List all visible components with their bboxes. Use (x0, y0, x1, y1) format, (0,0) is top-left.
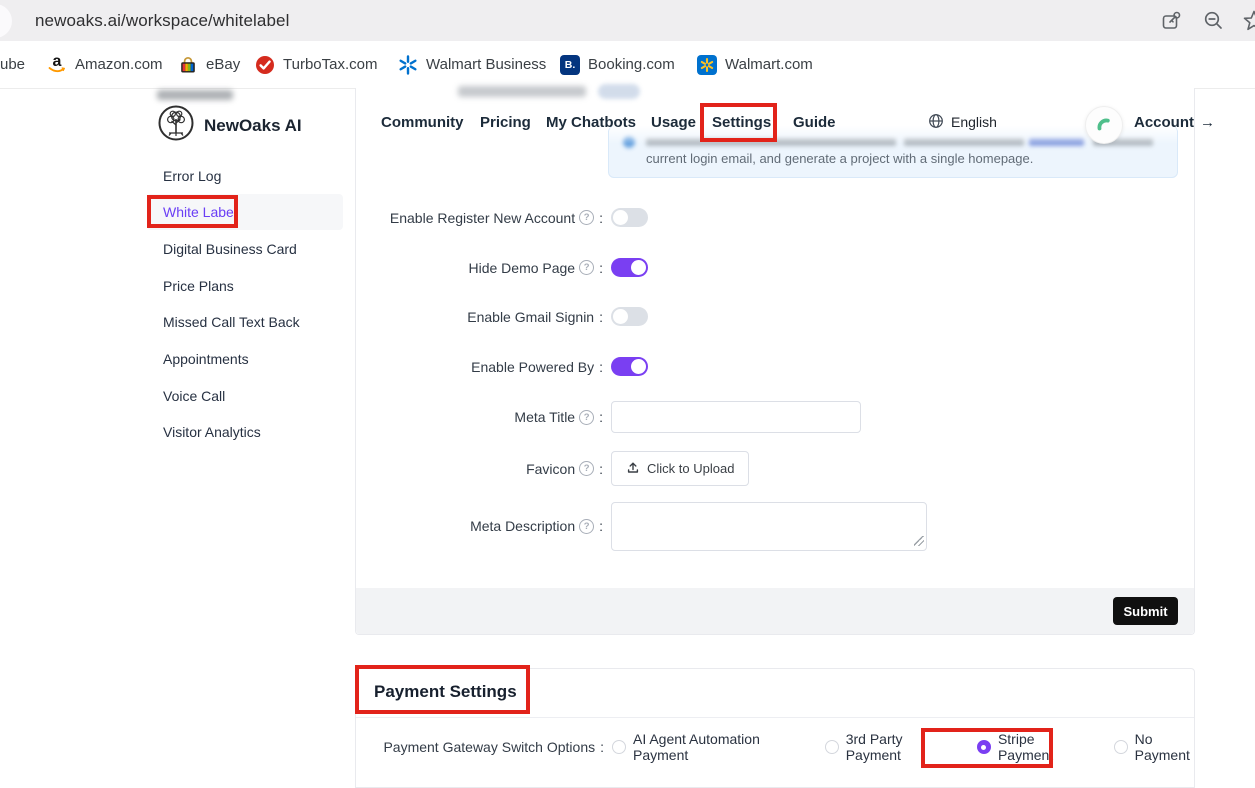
banner-text: current login email, and generate a proj… (646, 151, 1033, 166)
blurred-sidebar-item (157, 90, 233, 100)
field-label: Enable Register New Account ? : (355, 210, 603, 226)
toggle-hide-demo-page[interactable] (611, 258, 648, 277)
row-hide-demo-page: Hide Demo Page ? : (355, 258, 1195, 277)
bookmark-walmart-business[interactable]: Walmart Business (398, 41, 546, 88)
payment-settings-title: Payment Settings (374, 682, 517, 702)
row-favicon: Favicon ? : Click to Upload (355, 451, 1195, 486)
help-icon[interactable]: ? (579, 519, 594, 534)
turbotax-check-icon (255, 55, 275, 75)
nav-my-chatbots[interactable]: My Chatbots (546, 103, 636, 141)
radio-icon[interactable] (825, 740, 839, 754)
row-powered-by: Enable Powered By : (355, 357, 1195, 376)
blurred-scrolled-toggle (598, 84, 640, 99)
zoom-out-icon[interactable] (1202, 9, 1226, 33)
phone-icon (1094, 115, 1114, 135)
resize-handle-icon[interactable] (914, 536, 924, 546)
payment-settings-card: Payment Settings Payment Gateway Switch … (355, 668, 1195, 788)
row-meta-description: Meta Description ? : (355, 502, 1195, 551)
password-key-icon[interactable] (1160, 9, 1184, 33)
walmart-com-icon (697, 55, 717, 75)
row-meta-title: Meta Title ? : (355, 401, 1195, 433)
sidebar-item-missed-call-text-back[interactable]: Missed Call Text Back (147, 304, 343, 340)
field-label: Payment Gateway Switch Options : (356, 739, 604, 755)
divider (356, 717, 1194, 718)
account-avatar[interactable] (1085, 106, 1123, 144)
field-label: Meta Description ? : (355, 518, 603, 534)
language-label: English (951, 114, 997, 130)
booking-icon: B. (560, 55, 580, 75)
field-label: Favicon ? : (355, 461, 603, 477)
nav-usage[interactable]: Usage (651, 103, 696, 141)
bookmark-amazon[interactable]: a Amazon.com (47, 41, 163, 88)
meta-description-textarea[interactable] (611, 502, 927, 551)
nav-pricing[interactable]: Pricing (480, 103, 531, 141)
url-field[interactable]: newoaks.ai/workspace/whitelabel (35, 0, 655, 41)
sidebar-item-digital-business-card[interactable]: Digital Business Card (147, 231, 343, 267)
meta-title-input[interactable] (611, 401, 861, 433)
sidebar-item-price-plans[interactable]: Price Plans (147, 268, 343, 304)
ebay-icon (178, 55, 198, 75)
row-payment-gateway: Payment Gateway Switch Options : AI Agen… (356, 731, 1194, 763)
payment-gateway-radio-group: AI Agent Automation Payment 3rd Party Pa… (612, 731, 1194, 763)
bookmark-booking[interactable]: B. Booking.com (560, 41, 675, 88)
submit-button[interactable]: Submit (1113, 597, 1178, 625)
radio-stripe-payment[interactable]: Stripe Payment (977, 731, 1073, 763)
language-selector[interactable]: English (928, 103, 997, 141)
nav-community[interactable]: Community (381, 103, 464, 141)
brand[interactable]: NewOaks AI (157, 104, 302, 147)
field-label: Meta Title ? : (355, 409, 603, 425)
sidebar-item-visitor-analytics[interactable]: Visitor Analytics (147, 414, 343, 450)
bookmark-label: Walmart Business (426, 56, 546, 73)
bookmark-turbotax[interactable]: TurboTax.com (255, 41, 377, 88)
favorite-star-icon[interactable] (1242, 9, 1255, 33)
bookmark-ebay[interactable]: eBay (178, 41, 240, 88)
bookmark-label: eBay (206, 56, 240, 73)
bookmark-label: TurboTax.com (283, 56, 377, 73)
upload-icon (626, 460, 640, 477)
radio-ai-agent-automation-payment[interactable]: AI Agent Automation Payment (612, 731, 782, 763)
field-label: Hide Demo Page ? : (355, 260, 603, 276)
help-icon[interactable]: ? (579, 461, 594, 476)
bookmark-label: Amazon.com (75, 56, 163, 73)
globe-icon (928, 113, 944, 132)
sidebar-item-appointments[interactable]: Appointments (147, 341, 343, 377)
row-gmail-signin: Enable Gmail Signin : (355, 307, 1195, 326)
field-label: Enable Powered By : (355, 359, 603, 375)
toggle-gmail-signin[interactable] (611, 307, 648, 326)
field-label: Enable Gmail Signin : (355, 309, 603, 325)
help-icon[interactable]: ? (579, 410, 594, 425)
bookmark-label: Walmart.com (725, 56, 813, 73)
account-label: Account (1134, 114, 1194, 131)
radio-icon[interactable] (612, 740, 626, 754)
help-icon[interactable]: ? (579, 260, 594, 275)
account-menu[interactable]: Account → (1134, 103, 1215, 141)
bookmark-youtube-partial[interactable]: ube (0, 41, 25, 88)
help-icon[interactable]: ? (579, 210, 594, 225)
radio-icon[interactable] (1114, 740, 1128, 754)
row-enable-register: Enable Register New Account ? : (355, 208, 1195, 227)
arrow-right-icon: → (1200, 114, 1215, 131)
radio-3rd-party-payment[interactable]: 3rd Party Payment (825, 731, 937, 763)
radio-selected-icon[interactable] (977, 740, 991, 754)
toggle-enable-register[interactable] (611, 208, 648, 227)
blurred-scrolled-text (458, 86, 586, 97)
sidebar-item-error-log[interactable]: Error Log (147, 158, 343, 194)
bookmark-label: ube (0, 56, 25, 73)
toggle-powered-by[interactable] (611, 357, 648, 376)
nav-guide[interactable]: Guide (793, 103, 836, 141)
sidebar-item-voice-call[interactable]: Voice Call (147, 378, 343, 414)
favicon-upload-button[interactable]: Click to Upload (611, 451, 749, 486)
amazon-icon: a (47, 55, 67, 75)
newoaks-logo-icon (157, 104, 195, 147)
browser-address-bar: newoaks.ai/workspace/whitelabel (0, 0, 1255, 41)
card-footer (356, 588, 1194, 634)
reload-button-partial[interactable] (0, 4, 12, 38)
bookmark-walmart-com[interactable]: Walmart.com (697, 41, 813, 88)
nav-settings[interactable]: Settings (712, 103, 771, 141)
walmart-spark-icon (398, 55, 418, 75)
bookmark-label: Booking.com (588, 56, 675, 73)
brand-name: NewOaks AI (204, 116, 302, 136)
sidebar-item-white-label[interactable]: White Label (147, 194, 343, 230)
radio-no-payment[interactable]: No Payment (1114, 731, 1194, 763)
